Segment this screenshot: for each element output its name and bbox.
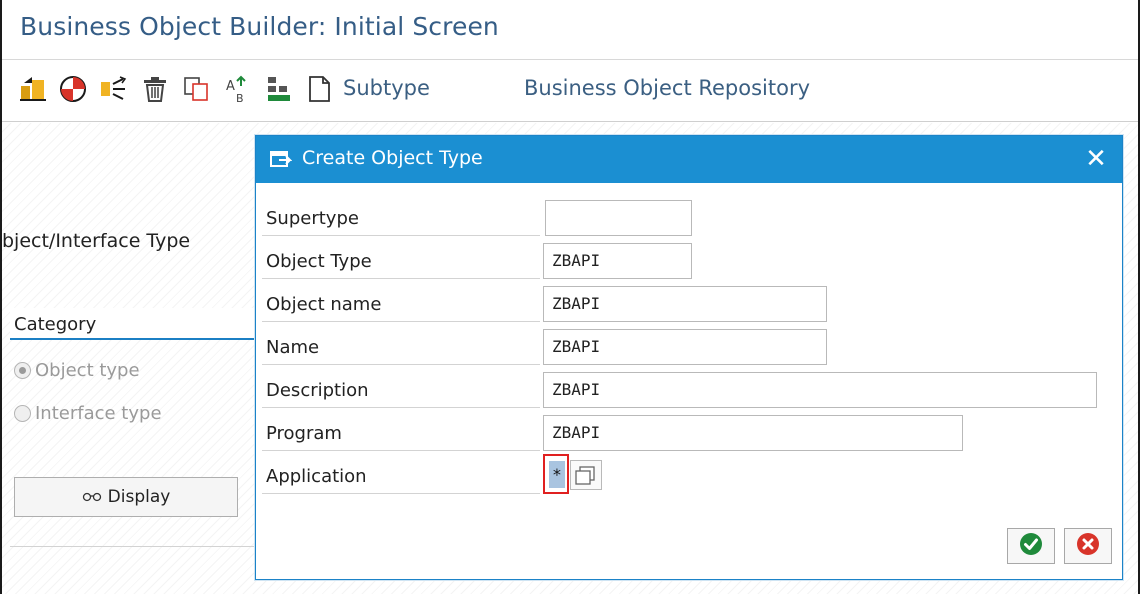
create-icon[interactable] [18,74,48,104]
application-toolbar: A B Subtype Business Object Repository [2,60,1138,122]
object-name-input[interactable]: ZBAPI [543,286,827,322]
cancel-button[interactable] [1064,528,1112,564]
description-label: Description [266,380,369,401]
where-used-icon[interactable] [99,74,129,104]
supertype-label: Supertype [266,208,359,229]
dialog-title: Create Object Type [302,147,483,169]
object-interface-type-label: bject/Interface Type [2,230,191,252]
form-row-object-name: Object name [262,286,540,322]
close-icon[interactable]: ✕ [1082,144,1110,174]
application-input[interactable]: * [543,454,569,494]
radio-unselected-icon[interactable] [14,405,31,422]
application-label: Application [266,466,367,487]
business-object-repository-button[interactable]: Business Object Repository [524,76,810,100]
form-row-application: Application [262,458,540,494]
copy-icon[interactable] [182,74,212,104]
description-input[interactable]: ZBAPI [543,372,1097,408]
category-label: Category [14,314,97,335]
rename-icon[interactable]: A B [223,74,253,105]
subtype-button[interactable]: Subtype [343,76,430,100]
ok-button[interactable] [1007,528,1055,564]
program-label: Program [266,423,342,444]
radio-interface-type[interactable]: Interface type [14,403,162,424]
object-name-label: Object name [266,294,382,315]
display-button-label: Display [107,487,171,507]
document-icon[interactable] [304,74,334,104]
checkmark-icon [1019,532,1043,560]
title-bar: Business Object Builder: Initial Screen [2,0,1138,60]
hierarchy-icon[interactable] [264,74,294,104]
category-group-header: Category [10,308,260,340]
svg-text:A: A [226,79,235,94]
application-value: * [549,461,565,488]
glasses-icon [82,487,102,507]
form-row-object-type: Object Type [262,243,540,279]
display-button[interactable]: Display [14,477,238,517]
create-object-type-dialog: Create Object Type ✕ Supertype Object Ty… [255,135,1123,580]
supertype-input[interactable] [545,200,692,236]
delete-icon[interactable] [140,74,170,104]
name-input[interactable]: ZBAPI [543,329,827,365]
object-type-input[interactable]: ZBAPI [543,243,692,279]
name-label: Name [266,337,320,358]
radio-object-type[interactable]: Object type [14,360,140,381]
test-icon[interactable] [58,74,88,104]
radio-object-type-label: Object type [35,360,140,381]
divider [10,546,254,547]
program-input[interactable]: ZBAPI [543,415,963,451]
sap-window: Business Object Builder: Initial Screen [0,0,1140,594]
object-type-label: Object Type [266,251,372,272]
form-row-name: Name [262,329,540,365]
svg-text:B: B [236,92,244,104]
form-row-description: Description [262,372,540,408]
window-title: Business Object Builder: Initial Screen [20,12,499,41]
form-row-supertype: Supertype [262,200,540,236]
dialog-header: Create Object Type ✕ [256,136,1122,183]
dialog-window-icon [270,151,293,169]
form-row-program: Program [262,415,540,451]
value-help-icon[interactable] [570,460,602,490]
radio-selected-icon[interactable] [14,362,31,379]
cancel-icon [1076,532,1100,560]
radio-interface-type-label: Interface type [35,403,162,424]
